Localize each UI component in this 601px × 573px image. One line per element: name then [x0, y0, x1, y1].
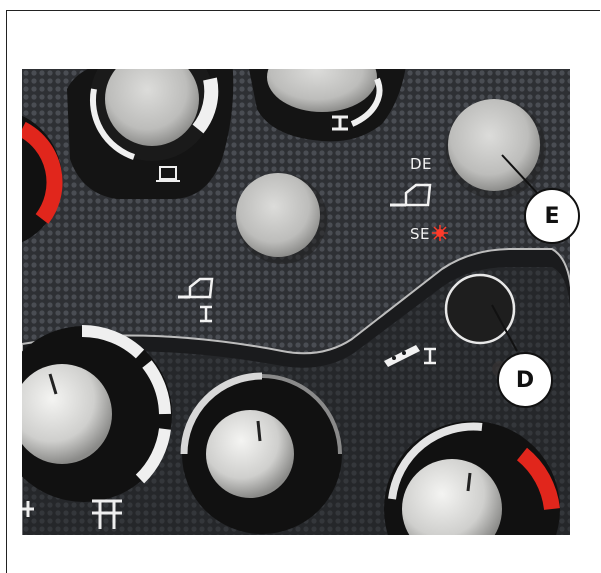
center-rotary-control [180, 372, 342, 534]
feeder-control [444, 273, 516, 345]
seat-tilt-control [67, 69, 234, 199]
de-label: DE [410, 155, 433, 173]
se-label: SE [410, 225, 430, 243]
callout-e: E [524, 188, 580, 244]
auto-header-button[interactable] [448, 99, 540, 191]
control-panel-photo [22, 69, 570, 535]
feeder-ring-button[interactable] [444, 273, 516, 345]
control-panel-svg [22, 69, 570, 535]
se-indicator-led [432, 225, 448, 241]
center-rotary-knob[interactable] [206, 410, 294, 498]
header-tilt-button[interactable] [236, 173, 320, 257]
callout-d: D [497, 352, 553, 408]
auto-header-control [446, 99, 546, 199]
